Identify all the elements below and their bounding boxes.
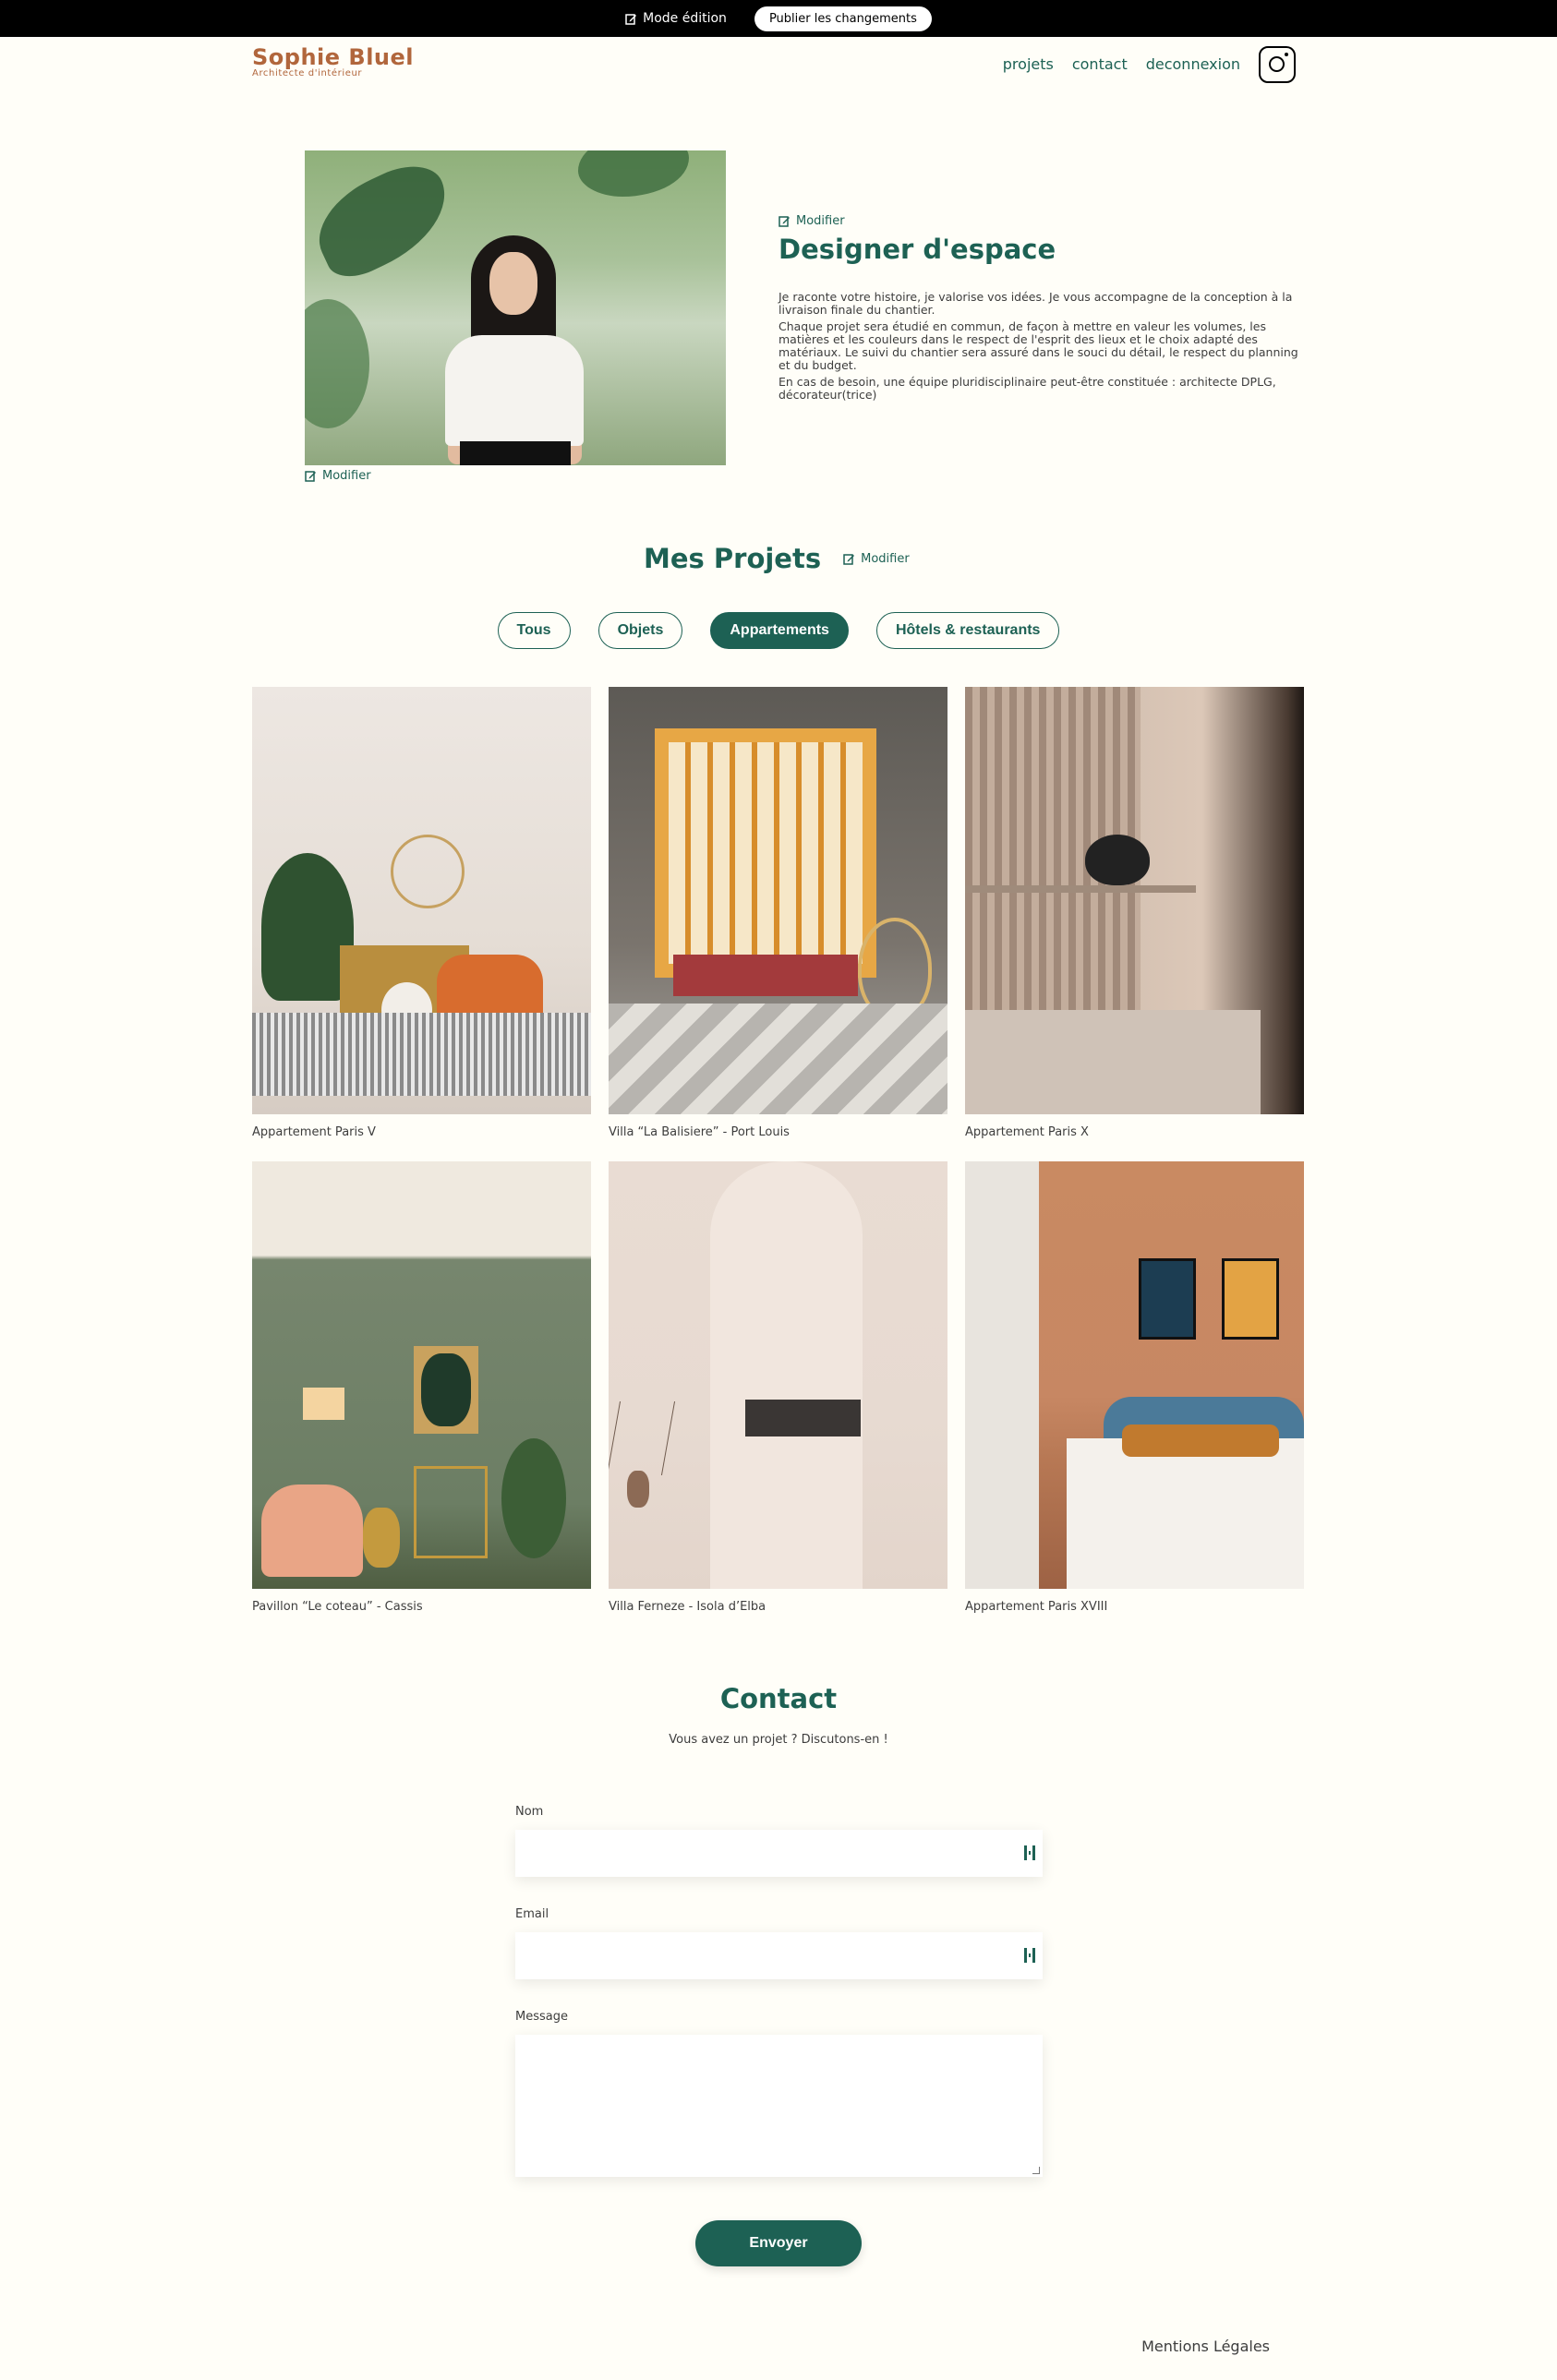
edit-icon	[305, 470, 317, 482]
filter-tous[interactable]: Tous	[497, 612, 571, 649]
logo[interactable]: Sophie Bluel Architecte d'intérieur	[252, 44, 414, 78]
project-card[interactable]: Appartement Paris V	[252, 687, 591, 1139]
modify-label: Modifier	[322, 469, 371, 483]
project-caption: Villa “La Balisiere” - Port Louis	[609, 1125, 790, 1139]
contact-form: Nom Email Message	[515, 1805, 1043, 2177]
projects-title: Mes Projets	[644, 543, 822, 574]
project-card[interactable]: Villa “La Balisiere” - Port Louis	[609, 687, 947, 1139]
project-card[interactable]: Pavillon “Le coteau” - Cassis	[252, 1161, 591, 1614]
filter-hotels-restaurants[interactable]: Hôtels & restaurants	[875, 612, 1060, 649]
message-field[interactable]	[515, 2035, 1043, 2177]
intro-paragraph-3: En cas de besoin, une équipe pluridiscip…	[778, 375, 1276, 402]
resize-handle-icon[interactable]	[1032, 2167, 1040, 2174]
contact-lead: Vous avez un projet ? Discutons-en !	[669, 1733, 888, 1747]
project-caption: Pavillon “Le coteau” - Cassis	[252, 1600, 423, 1614]
name-field[interactable]	[515, 1830, 1043, 1877]
project-card[interactable]: Appartement Paris X	[965, 687, 1304, 1139]
publish-changes-button[interactable]: Publier les changements	[754, 6, 932, 31]
edit-icon	[843, 553, 855, 565]
footer: Mentions Légales	[1141, 2338, 1270, 2355]
message-label: Message	[515, 2010, 568, 2024]
nav-projets[interactable]: projets	[1003, 55, 1054, 73]
project-caption: Villa Ferneze - Isola d’Elba	[609, 1600, 766, 1614]
project-card[interactable]: Appartement Paris XVIII	[965, 1161, 1304, 1614]
send-button[interactable]: Envoyer	[695, 2220, 862, 2266]
project-image	[252, 1161, 591, 1589]
contact-title: Contact	[719, 1683, 838, 1714]
filter-objets[interactable]: Objets	[597, 612, 683, 649]
edit-mode-label: Mode édition	[643, 11, 727, 26]
edit-mode-bar: Mode édition Publier les changements	[0, 0, 1557, 37]
project-image	[965, 1161, 1304, 1589]
intro-paragraph-1: Je raconte votre histoire, je valorise v…	[778, 290, 1293, 317]
main-nav: projets contact deconnexion	[1003, 55, 1240, 73]
contact-section: Contact Vous avez un projet ? Discutons-…	[0, 1683, 1557, 1747]
site-header: Sophie Bluel Architecte d'intérieur proj…	[252, 37, 1305, 120]
filter-appartements[interactable]: Appartements	[710, 612, 849, 649]
project-card[interactable]: Villa Ferneze - Isola d’Elba	[609, 1161, 947, 1614]
logo-name: Sophie Bluel	[252, 44, 415, 70]
intro-section: Modifier Designer d'espace Je raconte vo…	[778, 214, 1305, 402]
instagram-icon[interactable]	[1259, 46, 1296, 83]
email-label: Email	[515, 1907, 549, 1921]
project-image	[965, 687, 1304, 1114]
project-caption: Appartement Paris XVIII	[965, 1600, 1108, 1614]
autofill-icon[interactable]	[1024, 1948, 1035, 1963]
architect-photo	[305, 150, 726, 465]
nav-contact[interactable]: contact	[1072, 55, 1128, 73]
project-gallery: Appartement Paris V Villa “La Balisiere”…	[252, 687, 1305, 1614]
projects-header: Mes Projets Modifier	[644, 543, 910, 574]
legal-link[interactable]: Mentions Légales	[1141, 2338, 1270, 2355]
autofill-icon[interactable]	[1024, 1845, 1035, 1860]
edit-mode-indicator: Mode édition	[625, 11, 727, 26]
modify-label: Modifier	[861, 551, 910, 566]
modify-photo-link[interactable]: Modifier	[305, 469, 371, 483]
project-caption: Appartement Paris V	[252, 1125, 376, 1139]
modify-label: Modifier	[796, 214, 845, 228]
name-label: Nom	[515, 1805, 544, 1819]
intro-title: Designer d'espace	[778, 234, 1056, 265]
email-field[interactable]	[515, 1932, 1043, 1979]
modify-projects-link[interactable]: Modifier	[843, 552, 910, 566]
project-image	[609, 687, 947, 1114]
filter-bar: Tous Objets Appartements Hôtels & restau…	[0, 612, 1557, 649]
nav-deconnexion[interactable]: deconnexion	[1146, 55, 1240, 73]
modify-intro-link[interactable]: Modifier	[778, 214, 1305, 228]
project-caption: Appartement Paris X	[965, 1125, 1089, 1139]
edit-icon	[778, 215, 791, 227]
project-image	[609, 1161, 947, 1589]
intro-paragraph-2: Chaque projet sera étudié en commun, de …	[778, 319, 1298, 372]
project-image	[252, 687, 591, 1114]
edit-icon	[625, 13, 637, 25]
